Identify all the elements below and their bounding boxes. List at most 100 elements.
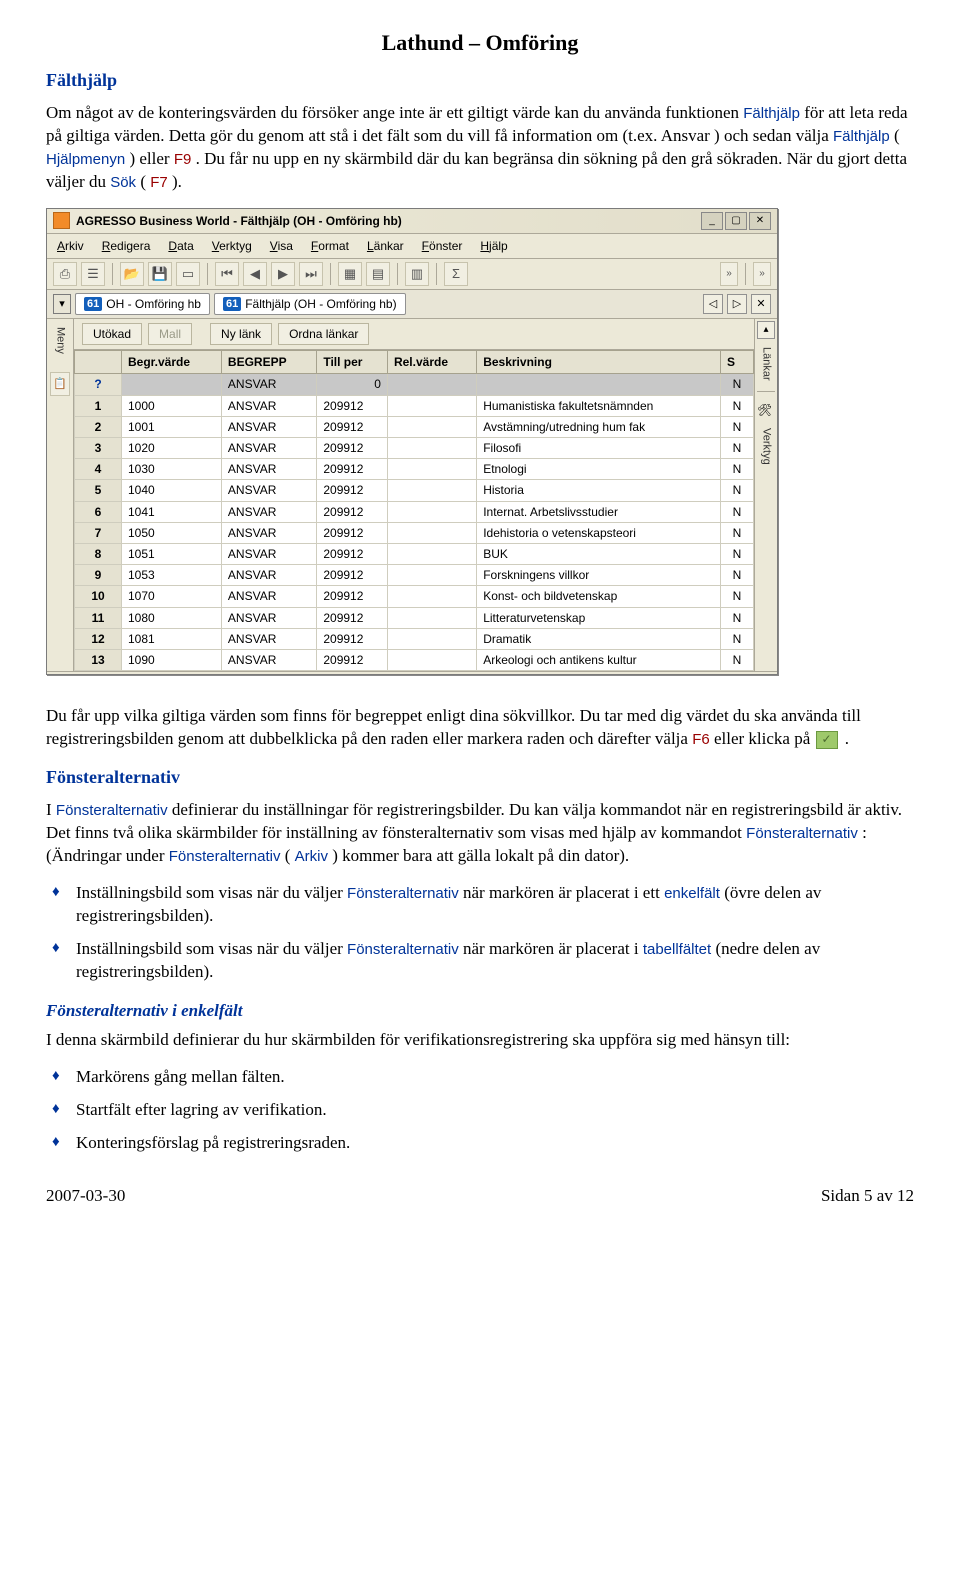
close-button[interactable]: ✕ [749,212,771,230]
cell-begrepp: ANSVAR [221,395,316,416]
toolbar: ⎙ ☰ 📂 💾 ▭ ⏮ ◀ ▶ ⏭ ▦ ▤ ▥ Σ » » [47,259,777,290]
text: eller klicka på [714,729,815,748]
paragraph-1: Om något av de konteringsvärden du försö… [46,102,914,194]
col-tillper[interactable]: Till per [317,351,388,374]
sum-icon[interactable]: Σ [444,262,468,286]
table-row[interactable]: 111080ANSVAR209912LitteraturvetenskapN [75,607,754,628]
tab-next[interactable]: ▷ [727,294,747,314]
cell-beskrivning: Internat. Arbetslivsstudier [477,501,721,522]
grid2-icon[interactable]: ▤ [366,262,390,286]
text: Inställningsbild som visas när du väljer [76,939,347,958]
table-row[interactable]: 51040ANSVAR209912HistoriaN [75,480,754,501]
table-row[interactable]: 101070ANSVAR209912Konst- och bildvetensk… [75,586,754,607]
table-row[interactable]: 21001ANSVAR209912Avstämning/utredning hu… [75,416,754,437]
tab-prev[interactable]: ◁ [703,294,723,314]
table-row[interactable]: 81051ANSVAR209912BUKN [75,543,754,564]
save-icon[interactable]: 💾 [148,262,172,286]
tab-close[interactable]: ✕ [751,294,771,314]
search-tillper[interactable]: 0 [317,374,388,395]
table-row[interactable]: 11000ANSVAR209912Humanistiska fakultetsn… [75,395,754,416]
nav-next-icon[interactable]: ▶ [271,262,295,286]
subbtn-ordna-lankar[interactable]: Ordna länkar [278,323,369,345]
sidebar-label-meny[interactable]: Meny [53,327,68,354]
rail-label-verktyg[interactable]: Verktyg [759,428,774,465]
subtoolbar: Utökad Mall Ny länk Ordna länkar [74,319,754,350]
sidebar-toggle[interactable]: ▾ [53,294,71,314]
scrollbar-up[interactable]: ▴ [757,321,775,339]
menu-redigera[interactable]: Redigera [102,238,151,254]
cell-begrvarde: 1040 [122,480,222,501]
rail-tools-icon[interactable]: 🛠 [757,402,775,420]
cell-beskrivning: Litteraturvetenskap [477,607,721,628]
cell-s: N [721,628,754,649]
cell-beskrivning: Dramatik [477,628,721,649]
toolbar-more-1[interactable]: » [720,262,738,286]
col-rownum [75,351,122,374]
subbtn-mall[interactable]: Mall [148,323,192,345]
col-relvarde[interactable]: Rel.värde [387,351,476,374]
cell-relvarde [387,416,476,437]
menu-fonster[interactable]: Fönster [422,238,463,254]
table-row[interactable]: 121081ANSVAR209912DramatikN [75,628,754,649]
cell-s: N [721,522,754,543]
table-row[interactable]: 131090ANSVAR209912Arkeologi och antikens… [75,649,754,670]
cell-s: N [721,480,754,501]
nav-first-icon[interactable]: ⏮ [215,262,239,286]
preview-icon[interactable]: ☰ [81,262,105,286]
rail-label-lankar[interactable]: Länkar [759,347,774,381]
menu-visa[interactable]: Visa [270,238,293,254]
table-row[interactable]: 31020ANSVAR209912FilosofiN [75,438,754,459]
paragraph-4: I denna skärmbild definierar du hur skär… [46,1029,914,1052]
tab-falthjalp[interactable]: 61 Fälthjälp (OH - Omföring hb) [214,293,406,315]
maximize-button[interactable]: ▢ [725,212,747,230]
search-s[interactable]: N [721,374,754,395]
table-row[interactable]: 41030ANSVAR209912EtnologiN [75,459,754,480]
subbtn-utokad[interactable]: Utökad [82,323,142,345]
table-row[interactable]: 71050ANSVAR209912Idehistoria o vetenskap… [75,522,754,543]
cell-begrepp: ANSVAR [221,649,316,670]
print-icon[interactable]: ⎙ [53,262,77,286]
subbtn-ny-lank[interactable]: Ny länk [210,323,272,345]
menu-verktyg[interactable]: Verktyg [212,238,252,254]
toolbar-more-2[interactable]: » [753,262,771,286]
table-row[interactable]: 91053ANSVAR209912Forskningens villkorN [75,565,754,586]
tab-omforing[interactable]: 61 OH - Omföring hb [75,293,210,315]
result-grid[interactable]: Begr.värde BEGREPP Till per Rel.värde Be… [74,350,754,671]
col-begrepp[interactable]: BEGREPP [221,351,316,374]
sidebar-copy-icon[interactable]: 📋 [50,372,70,396]
grid1-icon[interactable]: ▦ [338,262,362,286]
col-begrvarde[interactable]: Begr.värde [122,351,222,374]
section-fonsteralternativ: Fönsteralternativ [46,765,914,789]
menu-data[interactable]: Data [168,238,193,254]
nav-prev-icon[interactable]: ◀ [243,262,267,286]
col-beskrivning[interactable]: Beskrivning [477,351,721,374]
menu-format[interactable]: Format [311,238,349,254]
search-beskrivning[interactable] [477,374,721,395]
tab-label: OH - Omföring hb [106,296,201,312]
menu-arkiv[interactable]: Arkiv [57,238,84,254]
inline-sans: Fönsteralternativ [746,825,858,842]
accept-icon [816,731,838,749]
clear-icon[interactable]: ▭ [176,262,200,286]
open-icon[interactable]: 📂 [120,262,144,286]
search-begrvarde[interactable] [122,374,222,395]
rownum-cell: 4 [75,459,122,480]
table-row[interactable]: 61041ANSVAR209912Internat. Arbetslivsstu… [75,501,754,522]
menu-lankar[interactable]: Länkar [367,238,404,254]
minimize-button[interactable]: _ [701,212,723,230]
menu-hjalp[interactable]: Hjälp [480,238,507,254]
cell-beskrivning: Humanistiska fakultetsnämnden [477,395,721,416]
table-icon[interactable]: ▥ [405,262,429,286]
section-falthjalp: Fälthjälp [46,68,914,92]
search-row[interactable]: ? ANSVAR 0 N [75,374,754,395]
main-area: Utökad Mall Ny länk Ordna länkar Begr.vä… [74,319,754,671]
subsection-enkelfalt: Fönsteralternativ i enkelfält [46,1000,914,1023]
search-relvarde[interactable] [387,374,476,395]
rownum-cell: 10 [75,586,122,607]
cell-relvarde [387,438,476,459]
nav-last-icon[interactable]: ⏭ [299,262,323,286]
search-begrepp[interactable]: ANSVAR [221,374,316,395]
cell-begrepp: ANSVAR [221,459,316,480]
col-s[interactable]: S [721,351,754,374]
cell-begrepp: ANSVAR [221,480,316,501]
